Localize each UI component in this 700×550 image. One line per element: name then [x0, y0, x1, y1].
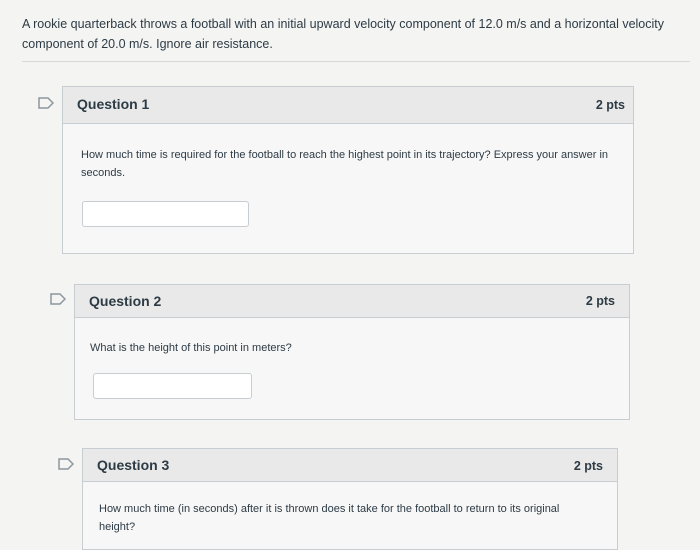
question-card: Question 2 2 pts What is the height of t… [74, 284, 630, 420]
flag-question-icon[interactable] [38, 97, 54, 109]
question-card: Question 1 2 pts How much time is requir… [62, 86, 634, 254]
divider [22, 61, 690, 62]
question-text: What is the height of this point in mete… [90, 342, 292, 354]
flag-question-icon[interactable] [50, 293, 66, 305]
question-points: 2 pts [595, 98, 625, 112]
question-2: Question 2 2 pts What is the height of t… [0, 0, 700, 540]
question-stem: A rookie quarterback throws a football w… [22, 17, 665, 51]
question-text: How much time is required for the footba… [81, 149, 609, 179]
question-1: Question 1 2 pts How much time is requir… [0, 0, 700, 540]
question-title: Question 1 [77, 96, 150, 112]
question-points: 2 pts [585, 294, 615, 308]
question-title: Question 3 [97, 457, 170, 473]
question-3: Question 3 2 pts How much time (in secon… [0, 0, 700, 550]
question-text: How much time (in seconds) after it is t… [99, 503, 560, 533]
question-header [75, 285, 629, 318]
answer-input[interactable] [82, 201, 249, 227]
question-title: Question 2 [89, 293, 162, 309]
answer-input[interactable] [93, 373, 252, 399]
flag-question-icon[interactable] [58, 458, 74, 470]
question-header [83, 449, 617, 482]
question-header [63, 87, 633, 124]
question-points: 2 pts [573, 459, 603, 473]
question-card: Question 3 2 pts How much time (in secon… [82, 448, 618, 550]
